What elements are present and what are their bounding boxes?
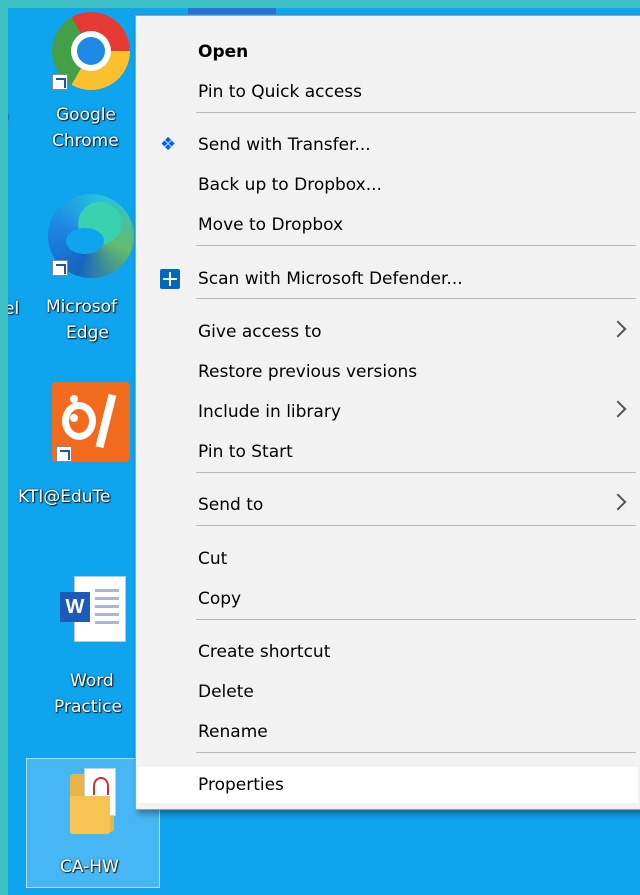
menu-item-label: Pin to Quick access — [198, 82, 363, 102]
menu-item-properties[interactable]: Properties — [138, 767, 638, 803]
desktop-icon-label: Edge — [66, 323, 109, 343]
menu-item-backup-dropbox[interactable]: Back up to Dropbox... — [138, 167, 638, 203]
menu-item-label: Scan with Microsoft Defender... — [198, 269, 463, 289]
menu-item-label: Rename — [198, 722, 268, 742]
menu-separator — [196, 525, 636, 526]
menu-item-label: Send with Transfer... — [198, 135, 371, 155]
desktop-icon-label: Microsof — [46, 297, 117, 317]
desktop-icon-label: CA-HW — [60, 857, 119, 877]
menu-item-open[interactable]: Open — [138, 34, 638, 70]
menu-item-label: Include in library — [198, 402, 341, 422]
menu-item-label: Cut — [198, 549, 228, 569]
menu-item-label: Open — [198, 42, 249, 62]
menu-item-move-dropbox[interactable]: Move to Dropbox — [138, 207, 638, 243]
menu-separator — [196, 752, 636, 753]
menu-item-scan-defender[interactable]: Scan with Microsoft Defender... — [138, 261, 638, 297]
menu-separator — [196, 245, 636, 246]
menu-item-label: Pin to Start — [198, 442, 293, 462]
folder-icon[interactable] — [70, 768, 120, 834]
shortcut-arrow-icon — [56, 446, 72, 462]
desktop: ) el Google Chrome Microsof Edge KTI@Edu… — [8, 8, 640, 895]
desktop-icon-label: Chrome — [52, 131, 119, 151]
menu-item-label: Delete — [198, 682, 254, 702]
defender-shield-icon — [160, 269, 180, 289]
chrome-icon[interactable] — [52, 12, 132, 92]
kti-app-icon[interactable] — [52, 382, 132, 464]
menu-separator — [196, 112, 636, 113]
chevron-right-icon — [609, 493, 627, 511]
desktop-icon-label: Word — [70, 671, 114, 691]
edge-icon[interactable] — [48, 194, 134, 280]
menu-item-send-with-transfer[interactable]: ❖ Send with Transfer... — [138, 127, 638, 163]
word-document-icon[interactable]: W — [60, 576, 130, 642]
menu-item-include-library[interactable]: Include in library — [138, 394, 638, 430]
menu-item-restore-versions[interactable]: Restore previous versions — [138, 354, 638, 390]
menu-item-label: Give access to — [198, 322, 322, 342]
dropbox-icon: ❖ — [160, 134, 177, 155]
shortcut-arrow-icon — [52, 74, 68, 90]
offscreen-icon-label-fragment: el — [8, 299, 20, 319]
menu-item-rename[interactable]: Rename — [138, 714, 638, 750]
desktop-icon-label: KTI@EduTe — [18, 487, 111, 507]
menu-item-create-shortcut[interactable]: Create shortcut — [138, 634, 638, 670]
menu-separator — [196, 472, 636, 473]
menu-item-label: Move to Dropbox — [198, 215, 344, 235]
menu-item-label: Restore previous versions — [198, 362, 418, 382]
chevron-right-icon — [609, 400, 627, 418]
shortcut-arrow-icon — [52, 260, 68, 276]
menu-item-send-to[interactable]: Send to — [138, 487, 638, 523]
menu-item-pin-quick-access[interactable]: Pin to Quick access — [138, 74, 638, 110]
context-menu: Open Pin to Quick access ❖ Send with Tra… — [135, 15, 640, 810]
desktop-icon-label: Google — [56, 105, 116, 125]
chevron-right-icon — [609, 320, 627, 338]
menu-item-label: Properties — [198, 775, 284, 795]
menu-item-cut[interactable]: Cut — [138, 541, 638, 577]
offscreen-icon-label-fragment: ) — [8, 106, 9, 128]
menu-item-label: Back up to Dropbox... — [198, 175, 382, 195]
desktop-icon-label: Practice — [54, 697, 122, 717]
menu-separator — [196, 619, 636, 620]
menu-item-give-access[interactable]: Give access to — [138, 314, 638, 350]
menu-separator — [196, 298, 636, 299]
menu-item-label: Send to — [198, 495, 264, 515]
menu-item-pin-start[interactable]: Pin to Start — [138, 434, 638, 470]
menu-item-label: Create shortcut — [198, 642, 331, 662]
menu-item-label: Copy — [198, 589, 242, 609]
taskbar-fragment — [188, 8, 276, 14]
menu-item-copy[interactable]: Copy — [138, 581, 638, 617]
menu-item-delete[interactable]: Delete — [138, 674, 638, 710]
